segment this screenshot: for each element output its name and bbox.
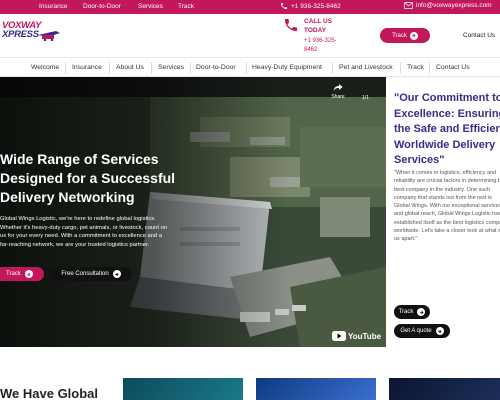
- hero-title-line2: Designed for a Successful: [0, 170, 176, 186]
- header-track-label: Track: [392, 32, 407, 39]
- panel-track-label: Track: [398, 309, 414, 315]
- commitment-heading: "Our Commitment to Excellence: Ensuring …: [394, 92, 500, 166]
- logo-text-line2: XPRESS: [2, 29, 39, 40]
- header-contact-button[interactable]: Contact Us: [463, 32, 495, 39]
- arrow-right-icon: [417, 308, 426, 316]
- hero-consultation-button[interactable]: Free Consultation: [50, 267, 132, 281]
- feature-card-image: [256, 378, 376, 400]
- nav-item-contact-us[interactable]: Contact Us: [436, 64, 470, 71]
- global-section-title: We Have Global: [0, 386, 99, 400]
- arrow-right-icon: [24, 270, 33, 278]
- header-track-button[interactable]: Track: [380, 28, 430, 43]
- hero-title-line3: Delivery Networking: [0, 189, 135, 205]
- hero-title: Wide Range of Services Designed for a Su…: [0, 150, 190, 207]
- share-label: Share: [331, 94, 345, 100]
- topbar-link-track[interactable]: Track: [178, 3, 194, 10]
- nav-item-welcome[interactable]: Welcome: [31, 64, 59, 71]
- topbar-link-services[interactable]: Services: [138, 3, 163, 10]
- commitment-paragraph: "When it comes to logistics, efficiency …: [394, 170, 500, 243]
- topbar-phone-text: +1 936-325-8462: [291, 2, 341, 10]
- logo-truck-icon: [38, 31, 60, 41]
- topbar-link-door-to-door[interactable]: Door-to-Door: [83, 3, 121, 10]
- nav-item-pet-and-livestock[interactable]: Pet and Livestock: [339, 64, 393, 71]
- hero-paragraph: Global Wings Logistic, we're here to red…: [0, 216, 168, 248]
- nav-item-insurance[interactable]: Insurance: [72, 64, 102, 71]
- panel-quote-label: Get A quote: [400, 328, 432, 334]
- header-contact-label: Contact Us: [463, 32, 496, 39]
- header: VOXWAY XPRESS CALL US TODAY +1 936-325- …: [0, 14, 500, 57]
- arrow-right-icon: [435, 327, 444, 335]
- mail-icon: [404, 2, 413, 9]
- arrow-right-icon: [409, 31, 418, 40]
- topbar-phone[interactable]: +1 936-325-8462: [280, 2, 341, 10]
- hero-track-button[interactable]: Track: [0, 267, 44, 281]
- nav-divider: [109, 62, 110, 74]
- nav-item-door-to-door[interactable]: Door-to-Door: [196, 64, 236, 71]
- call-us-label-line2: TODAY: [304, 26, 327, 34]
- nav-item-services[interactable]: Services: [158, 64, 184, 71]
- hero-video[interactable]: Wide Range of Services Designed for a Su…: [0, 77, 386, 347]
- nav-item-track[interactable]: Track: [407, 64, 424, 71]
- call-us-label: CALL US TODAY: [304, 18, 344, 35]
- hero-shade: [0, 77, 386, 347]
- topbar-email-text: info@voxwayexpress.com: [416, 2, 492, 9]
- share-button[interactable]: Share: [328, 83, 348, 100]
- youtube-logo[interactable]: YouTube: [332, 331, 381, 341]
- nav-divider: [246, 62, 247, 74]
- youtube-label: YouTube: [348, 331, 382, 341]
- nav-divider: [400, 62, 401, 74]
- logo[interactable]: VOXWAY XPRESS: [0, 20, 70, 42]
- nav-divider: [429, 62, 430, 74]
- commitment-panel: "Our Commitment to Excellence: Ensuring …: [386, 77, 500, 347]
- hero-title-line1: Wide Range of Services: [0, 151, 159, 167]
- hero-consultation-label: Free Consultation: [61, 271, 109, 277]
- nav-divider: [332, 62, 333, 74]
- feature-card-image: [389, 378, 500, 400]
- nav-item-about-us[interactable]: About Us: [116, 64, 144, 71]
- share-icon: [333, 84, 343, 91]
- panel-track-button[interactable]: Track: [394, 305, 430, 319]
- hero-track-label: Track: [6, 271, 21, 277]
- main-nav: Welcome Insurance About Us Services Door…: [0, 57, 500, 77]
- call-us-number-line1: +1 936-325-: [304, 38, 337, 44]
- phone-icon: [285, 19, 297, 31]
- topbar-link-insurance[interactable]: Insurance: [39, 3, 68, 10]
- feature-card-image: [123, 378, 243, 400]
- nav-divider: [190, 62, 191, 74]
- arrow-right-icon: [112, 270, 121, 278]
- panel-quote-button[interactable]: Get A quote: [394, 324, 450, 338]
- call-us-number: +1 936-325- 8462: [304, 37, 344, 55]
- top-bar: Insurance Door-to-Door Services Track +1…: [0, 0, 500, 14]
- youtube-play-icon: [332, 331, 346, 341]
- call-us-block[interactable]: CALL US TODAY +1 936-325- 8462: [283, 17, 363, 57]
- phone-icon: [281, 3, 287, 9]
- nav-item-heavy-duty-equipment[interactable]: Heavy-Duty Equipment: [252, 64, 322, 71]
- topbar-email[interactable]: info@voxwayexpress.com: [404, 2, 492, 9]
- call-us-number-line2: 8462: [304, 47, 318, 53]
- nav-divider: [151, 62, 152, 74]
- call-us-label-line1: CALL US: [304, 18, 333, 25]
- video-page-counter: 1/1: [362, 95, 369, 101]
- nav-divider: [65, 62, 66, 74]
